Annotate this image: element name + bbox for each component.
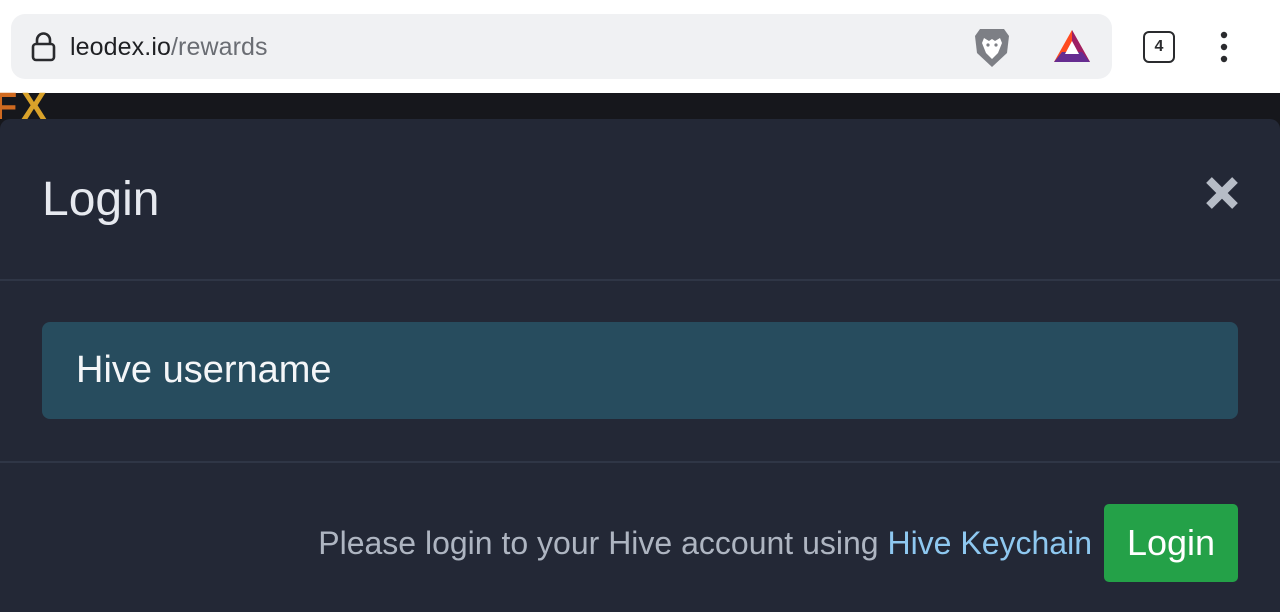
bat-rewards-icon[interactable] xyxy=(1052,28,1092,64)
hive-username-input[interactable] xyxy=(42,322,1238,419)
overflow-menu-icon[interactable] xyxy=(1212,31,1236,63)
brave-lion-icon[interactable] xyxy=(972,26,1012,70)
url-text[interactable]: leodex.io/rewards xyxy=(70,32,268,62)
url-host: leodex.io xyxy=(70,33,171,61)
login-modal: Login Please login to your Hive account … xyxy=(0,119,1280,612)
hive-keychain-link[interactable]: Hive Keychain xyxy=(887,525,1092,561)
login-button[interactable]: Login xyxy=(1104,504,1238,582)
modal-header-divider xyxy=(0,279,1280,281)
lock-icon xyxy=(31,32,56,62)
tab-switcher-button[interactable]: 4 xyxy=(1143,31,1175,63)
login-instructions: Please login to your Hive account using … xyxy=(318,523,1092,563)
close-icon[interactable] xyxy=(1200,171,1244,215)
instructions-text: Please login to your Hive account using xyxy=(318,525,888,561)
url-path: /rewards xyxy=(170,33,268,61)
modal-footer-divider xyxy=(0,461,1280,463)
page-header-background xyxy=(0,93,1280,121)
modal-title: Login xyxy=(42,173,160,226)
browser-toolbar: leodex.io/rewards 4 xyxy=(0,0,1280,93)
